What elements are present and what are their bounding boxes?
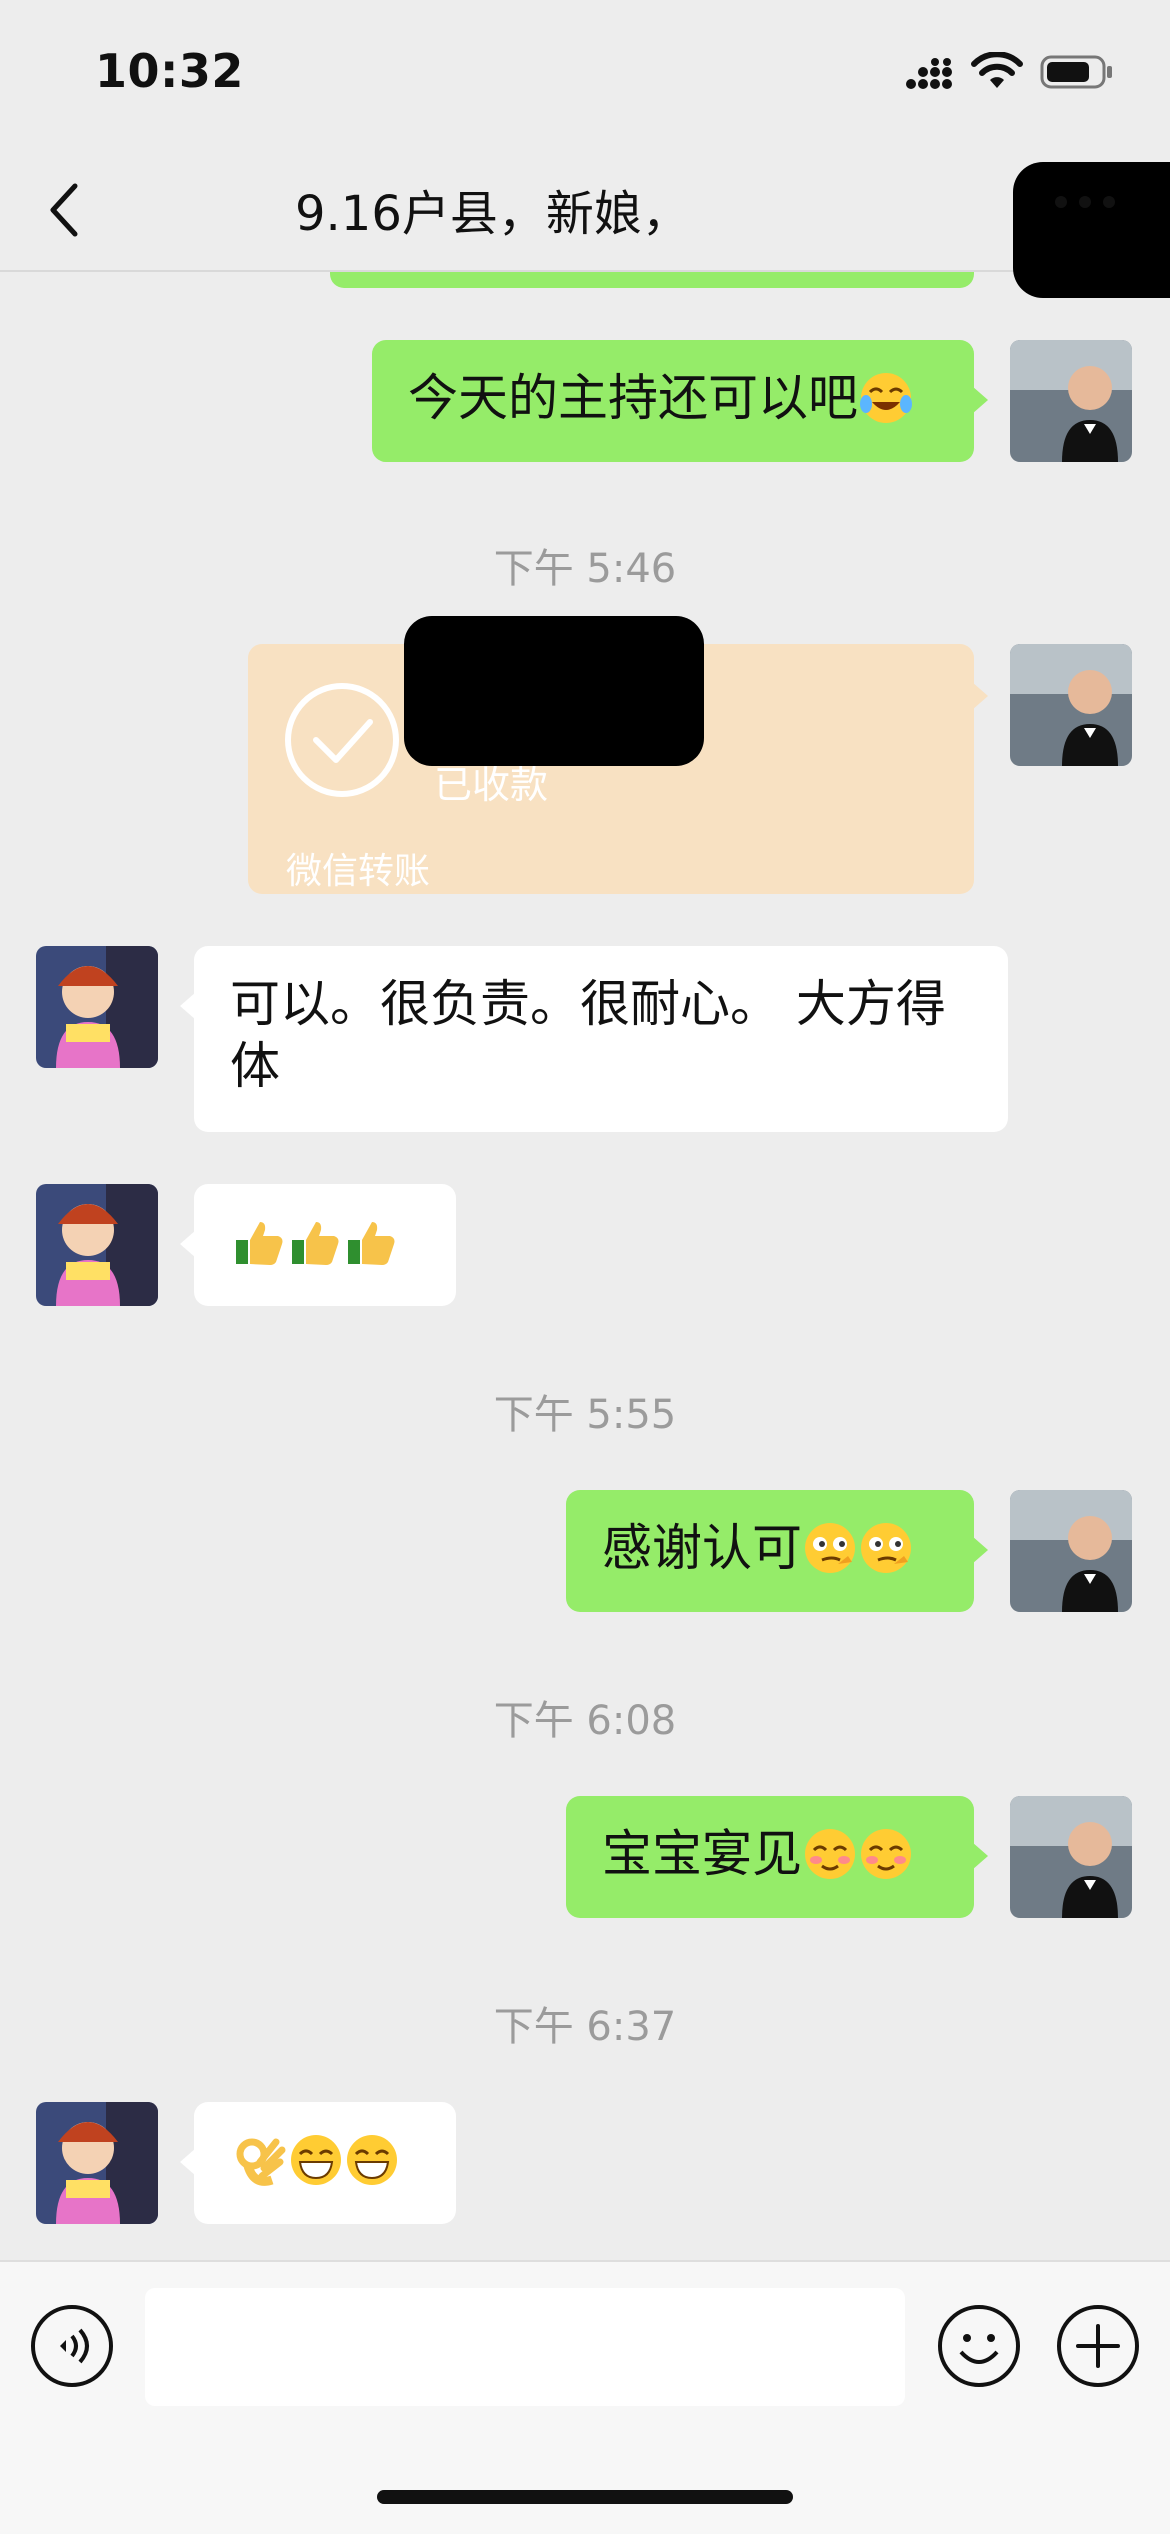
avatar-me[interactable] bbox=[1010, 644, 1132, 766]
timestamp: 下午 6:08 bbox=[493, 1698, 677, 1744]
transfer-card[interactable]: 已收款 微信转账 bbox=[248, 616, 988, 894]
battery-icon bbox=[1040, 55, 1112, 89]
timestamp: 下午 6:37 bbox=[493, 2004, 677, 2050]
cellular-signal-icon bbox=[906, 58, 952, 89]
message-bubble[interactable]: 可以。很负责。很耐心。 大方得 体 bbox=[180, 946, 1008, 1132]
avatar-me[interactable] bbox=[1010, 1796, 1132, 1918]
thumbs-up-emoji bbox=[236, 1221, 283, 1265]
message-input[interactable] bbox=[145, 2288, 905, 2406]
chat-title-text: 9.16户县，新娘， bbox=[295, 186, 690, 242]
status-time: 10:32 bbox=[95, 44, 244, 98]
emoji-icon[interactable] bbox=[937, 2304, 1021, 2388]
message-text: 感谢认可 bbox=[602, 1519, 802, 1577]
blush-emoji bbox=[805, 1828, 855, 1879]
message-bubble[interactable]: 感谢认可 bbox=[566, 1490, 988, 1612]
grin-emoji bbox=[347, 2134, 397, 2185]
thumbs-up-emoji bbox=[348, 1221, 395, 1265]
chat-header: 9.16户县，新娘， bbox=[0, 140, 1170, 298]
avatar-other[interactable] bbox=[36, 1184, 158, 1306]
transfer-footer: 微信转账 bbox=[286, 851, 431, 892]
timestamp: 下午 5:55 bbox=[493, 1392, 677, 1438]
blush-emoji bbox=[861, 1828, 911, 1879]
avatar-me[interactable] bbox=[1010, 1490, 1132, 1612]
message-bubble[interactable] bbox=[180, 2102, 456, 2224]
smirk-emoji bbox=[861, 1522, 911, 1573]
avatar-other[interactable] bbox=[36, 946, 158, 1068]
message-list[interactable]: 今天的主持还可以吧 下午 5:46 已收款 微信转账 可以。很负责。很耐心。 大… bbox=[0, 270, 1170, 2260]
ok-hand-emoji bbox=[236, 2138, 286, 2186]
message-text: 宝宝宴见 bbox=[602, 1825, 802, 1883]
chat-title: 9.16户县，新娘， bbox=[295, 162, 1170, 298]
ellipsis-icon[interactable] bbox=[1055, 196, 1115, 210]
grin-emoji bbox=[291, 2134, 341, 2185]
chevron-left-icon[interactable] bbox=[45, 180, 85, 240]
message-text: 今天的主持还可以吧 bbox=[408, 369, 858, 427]
check-circle-icon bbox=[285, 683, 399, 797]
smirk-emoji bbox=[805, 1522, 855, 1573]
timestamp: 下午 5:46 bbox=[493, 546, 677, 592]
message-bubble[interactable]: 宝宝宴见 bbox=[566, 1796, 988, 1918]
plus-icon[interactable] bbox=[1056, 2304, 1140, 2388]
redaction-block bbox=[404, 616, 704, 766]
redaction-block bbox=[1013, 162, 1170, 298]
message-text: 可以。很负责。很耐心。 大方得 体 bbox=[230, 975, 946, 1095]
wifi-icon bbox=[971, 52, 1023, 88]
avatar-me[interactable] bbox=[1010, 340, 1132, 462]
message-bubble[interactable]: 今天的主持还可以吧 bbox=[372, 340, 988, 462]
home-indicator[interactable] bbox=[377, 2490, 793, 2504]
laugh-cry-emoji bbox=[860, 372, 912, 423]
message-bubble-partial bbox=[330, 270, 974, 288]
status-bar: 10:32 bbox=[0, 0, 1170, 140]
voice-icon[interactable] bbox=[30, 2304, 114, 2388]
message-bubble[interactable] bbox=[180, 1184, 456, 1306]
thumbs-up-emoji bbox=[292, 1221, 339, 1265]
input-bar bbox=[0, 2260, 1170, 2534]
avatar-other[interactable] bbox=[36, 2102, 158, 2224]
